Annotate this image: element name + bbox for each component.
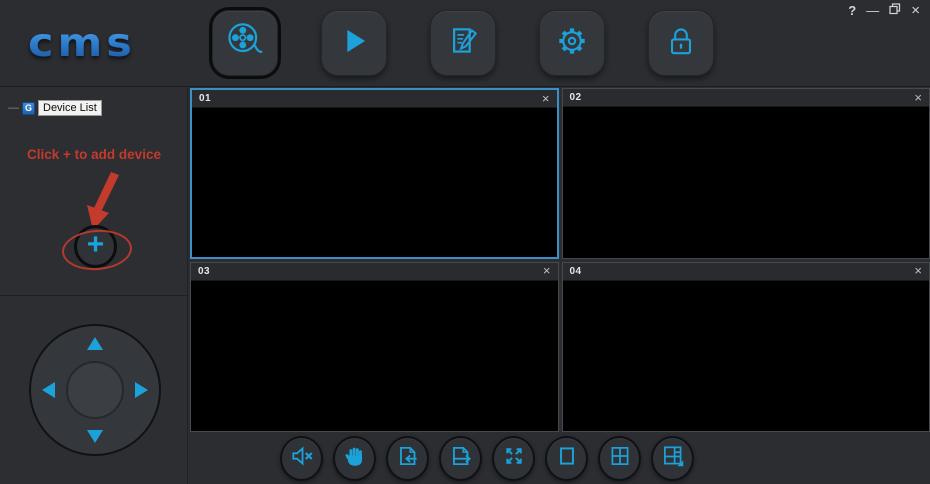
layout-grid-icon [660, 443, 686, 474]
nav-settings-button[interactable] [539, 10, 605, 76]
film-reel-icon [225, 21, 265, 66]
pan-button[interactable] [333, 436, 376, 481]
panel-close-icon[interactable]: × [914, 264, 922, 277]
video-area[interactable] [562, 107, 929, 258]
ptz-right-arrow[interactable] [135, 382, 148, 398]
nav-log-button[interactable] [430, 10, 496, 76]
video-panel-04[interactable]: 04 × [561, 261, 930, 432]
video-panel-03[interactable]: 03 × [190, 261, 559, 432]
help-button[interactable]: ? [848, 3, 856, 18]
panel-id-label: 02 [569, 92, 582, 103]
panel-header: 01 × [192, 90, 557, 108]
video-grid: 01 × 02 × 03 × 04 × [190, 88, 930, 432]
panel-id-label: 04 [569, 265, 582, 277]
edit-note-icon [443, 21, 483, 66]
page-arrow-right-icon [448, 443, 474, 474]
ptz-down-arrow[interactable] [87, 430, 103, 443]
ptz-left-arrow[interactable] [42, 382, 55, 398]
play-icon [334, 21, 374, 66]
tree-expander[interactable]: — [8, 102, 19, 114]
nav-playback-button[interactable] [321, 10, 387, 76]
panel-id-label: 01 [199, 93, 212, 104]
multi-view-button[interactable] [651, 436, 694, 481]
video-panel-01[interactable]: 01 × [190, 88, 559, 259]
single-view-button[interactable] [545, 436, 588, 481]
grid-2x2-icon [607, 443, 633, 474]
ptz-center-knob[interactable] [66, 361, 124, 419]
panel-header: 04 × [562, 262, 929, 281]
sidebar: — G Device List Click + to add device + [0, 87, 188, 484]
quad-view-button[interactable] [598, 436, 641, 481]
panel-close-icon[interactable]: × [542, 92, 550, 105]
restore-window-icon [889, 3, 901, 18]
page-arrow-left-icon [395, 443, 421, 474]
speaker-mute-icon [289, 443, 315, 474]
device-group-icon: G [22, 101, 35, 115]
minimize-button[interactable]: — [866, 3, 879, 18]
next-page-button[interactable] [439, 436, 482, 481]
video-panel-02[interactable]: 02 × [561, 88, 930, 259]
gear-icon [553, 22, 591, 65]
expand-arrows-icon [501, 443, 527, 474]
nav-lock-button[interactable] [648, 10, 714, 76]
panel-header: 03 × [191, 262, 558, 281]
prev-page-button[interactable] [386, 436, 429, 481]
lock-icon [662, 22, 700, 65]
single-square-icon [554, 443, 580, 474]
app-logo: cms [28, 20, 136, 66]
restore-button[interactable] [889, 3, 901, 18]
device-list-label[interactable]: Device List [38, 100, 102, 116]
panel-close-icon[interactable]: × [543, 264, 551, 277]
add-device-button[interactable]: + [74, 225, 117, 268]
window-controls: ? — × [848, 3, 920, 18]
bottom-toolbar [280, 436, 694, 481]
ptz-control-pad [29, 324, 161, 456]
top-bar: cms ? — × [0, 0, 930, 87]
panel-id-label: 03 [198, 265, 211, 277]
fullscreen-button[interactable] [492, 436, 535, 481]
video-area[interactable] [562, 280, 929, 431]
mute-button[interactable] [280, 436, 323, 481]
nav-live-view-button[interactable] [212, 10, 278, 76]
hand-icon [342, 443, 368, 474]
annotation-text: Click + to add device [27, 147, 161, 162]
panel-close-icon[interactable]: × [914, 91, 922, 104]
ptz-up-arrow[interactable] [87, 337, 103, 350]
video-area[interactable] [191, 280, 558, 431]
panel-header: 02 × [562, 89, 929, 107]
video-area[interactable] [192, 108, 557, 257]
device-tree-root[interactable]: — G Device List [8, 100, 102, 116]
sidebar-divider [0, 295, 187, 296]
close-button[interactable]: × [911, 3, 920, 18]
